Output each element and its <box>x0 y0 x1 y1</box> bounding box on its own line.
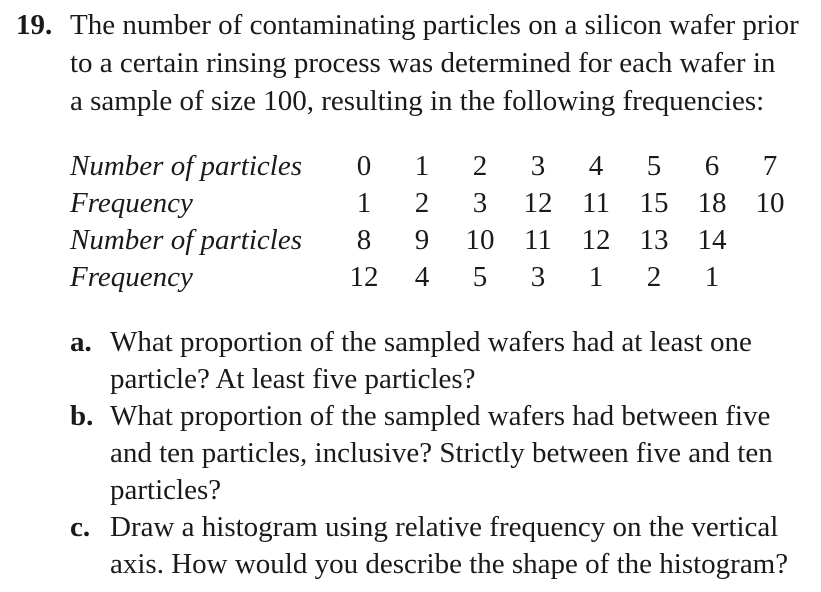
part-line: particles? <box>110 474 222 506</box>
table-cell: 2 <box>646 261 662 293</box>
part-b: b. What proportion of the sampled wafers… <box>70 398 815 509</box>
table-cell: 14 <box>697 224 727 256</box>
table-cell: 4 <box>414 261 430 293</box>
table-cell: 11 <box>524 224 552 256</box>
table-cell: 3 <box>472 187 488 219</box>
intro-line: to a certain rinsing process was determi… <box>70 47 776 79</box>
table-cell: 7 <box>762 150 778 182</box>
part-a: a. What proportion of the sampled wafers… <box>70 324 815 398</box>
part-letter: b. <box>70 400 94 432</box>
table-row: Frequency 12 4 5 3 1 2 1 <box>70 259 799 296</box>
table-cell: 12 <box>349 261 379 293</box>
table-cell: 4 <box>588 150 604 182</box>
table-row: Number of particles 8 9 10 11 12 13 14 <box>70 222 799 259</box>
table-cell: 6 <box>704 150 720 182</box>
table-cell: 5 <box>472 261 488 293</box>
table-cell: 12 <box>581 224 611 256</box>
table-cell: 1 <box>414 150 430 182</box>
table-cell: 0 <box>356 150 372 182</box>
table-cell: 15 <box>639 187 669 219</box>
row-label: Frequency <box>70 187 193 219</box>
table-cell: 1 <box>704 261 720 293</box>
intro-line: The number of contaminating particles on… <box>70 9 799 41</box>
part-line: particle? At least five particles? <box>110 363 476 395</box>
table-cell: 12 <box>523 187 553 219</box>
part-letter: a. <box>70 326 92 358</box>
part-line: axis. How would you describe the shape o… <box>110 548 789 580</box>
textbook-page: 19. The number of contaminating particle… <box>0 0 821 592</box>
table-cell: 1 <box>588 261 604 293</box>
row-label: Number of particles <box>70 150 302 182</box>
table-cell: 5 <box>646 150 662 182</box>
problem-number: 19. <box>16 9 53 41</box>
table-cell: 2 <box>472 150 488 182</box>
problem-parts: a. What proportion of the sampled wafers… <box>70 324 815 583</box>
intro-line: a sample of size 100, resulting in the f… <box>70 85 765 117</box>
part-text: Draw a histogram using relative frequenc… <box>110 509 815 583</box>
part-line: and ten particles, inclusive? Strictly b… <box>110 437 773 469</box>
table-cell: 3 <box>530 150 546 182</box>
table-row: Frequency 1 2 3 12 11 15 18 10 <box>70 185 799 222</box>
part-line: Draw a histogram using relative frequenc… <box>110 511 779 543</box>
frequency-table: Number of particles 0 1 2 3 4 5 6 7 Freq… <box>70 148 799 296</box>
part-text: What proportion of the sampled wafers ha… <box>110 324 815 398</box>
table-cell <box>741 259 799 296</box>
table-cell: 10 <box>755 187 785 219</box>
part-line: What proportion of the sampled wafers ha… <box>110 326 752 358</box>
problem-intro: The number of contaminating particles on… <box>70 6 810 120</box>
table-cell: 1 <box>356 187 372 219</box>
part-letter: c. <box>70 511 91 543</box>
table-cell: 11 <box>582 187 610 219</box>
table-cell: 9 <box>414 224 430 256</box>
table-cell: 2 <box>414 187 430 219</box>
table-cell: 8 <box>356 224 372 256</box>
table-cell: 18 <box>697 187 727 219</box>
row-label: Number of particles <box>70 224 302 256</box>
table-row: Number of particles 0 1 2 3 4 5 6 7 <box>70 148 799 185</box>
table-cell <box>741 222 799 259</box>
part-text: What proportion of the sampled wafers ha… <box>110 398 815 509</box>
table-cell: 13 <box>639 224 669 256</box>
part-c: c. Draw a histogram using relative frequ… <box>70 509 815 583</box>
row-label: Frequency <box>70 261 193 293</box>
table-cell: 3 <box>530 261 546 293</box>
part-line: What proportion of the sampled wafers ha… <box>110 400 771 432</box>
table-cell: 10 <box>465 224 495 256</box>
